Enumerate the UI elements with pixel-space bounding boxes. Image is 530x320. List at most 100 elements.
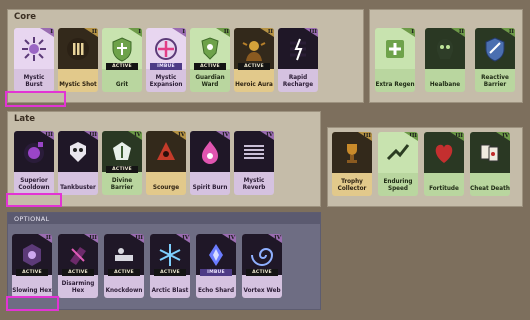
item-card-mystic-reverb[interactable]: IV Mystic Reverb [234,131,274,195]
item-art [234,131,274,172]
highlight-box-core [5,91,66,107]
hex-icon [23,243,41,266]
item-card-enduring-speed[interactable]: III Enduring Speed [378,132,418,196]
item-card-slowing-hex[interactable]: II ACTIVE Slowing Hex [12,234,52,298]
item-art [58,131,98,172]
optional-title-bar [8,213,320,224]
item-art [14,131,54,172]
item-name: Heroic Aura [235,82,273,89]
item-art [424,132,464,173]
arctic-icon [159,243,181,266]
item-art [14,28,54,69]
item-card-trophy-collector[interactable]: III Trophy Collector [332,132,372,196]
item-name: Slowing Hex [12,288,52,295]
item-card-superior-cooldown[interactable]: III Superior Cooldown [14,131,54,195]
item-name: Tankbuster [60,185,96,192]
item-name: Healbane [429,82,461,89]
item-card-heroic-aura[interactable]: II ACTIVE Heroic Aura [234,28,274,92]
item-card-echo-shard[interactable]: IV IMBUE Echo Shard [196,234,236,298]
item-badge: ACTIVE [16,269,48,276]
item-name: Trophy Collector [337,179,367,193]
item-art [146,131,186,172]
item-card-arctic-blast[interactable]: IV ACTIVE Arctic Blast [150,234,190,298]
disarm-icon [70,246,86,265]
scourge-icon [157,141,175,160]
tankbuster-icon [70,141,86,162]
item-card-cheat-death[interactable]: IV Cheat Death [470,132,510,196]
item-art [470,132,510,173]
item-name: Superior Cooldown [18,178,50,192]
burst-icon [22,36,46,61]
fortitude-icon [435,144,453,163]
item-card-guardian-ward[interactable]: II ACTIVE Guardian Ward [190,28,230,92]
optional-section-title: OPTIONAL [14,215,50,223]
item-card-rapid-recharge[interactable]: III Rapid Recharge [278,28,318,92]
item-art [332,132,372,173]
core-section-panel: Core I Mystic Burst II Mystic Shot I ACTIVE Gr… [7,9,364,103]
item-name: Rapid Recharge [282,75,314,89]
item-card-disarming-hex[interactable]: III ACTIVE Disarming Hex [58,234,98,298]
item-name: Fortitude [429,186,459,193]
vortex-icon [251,247,274,266]
item-name: Extra Regen [375,82,415,89]
item-name: Guardian Ward [195,75,225,89]
item-card-tankbuster[interactable]: III Tankbuster [58,131,98,195]
item-badge: ACTIVE [106,63,138,70]
speed-icon [386,143,410,160]
highlight-box-late [6,193,62,207]
healbane-icon [436,38,454,59]
item-name: Arctic Blast [151,288,189,295]
late-right-panel: III Trophy Collector III Enduring Speed III F… [327,127,523,207]
item-name: Reactive Barrier [481,75,509,89]
aura-icon [242,40,266,61]
item-art [375,28,415,69]
item-card-mystic-shot[interactable]: II Mystic Shot [58,28,98,92]
item-art [378,132,418,173]
item-card-grit[interactable]: I ACTIVE Grit [102,28,142,92]
item-name: Mystic Burst [23,75,45,89]
item-name: Disarming Hex [61,281,95,295]
item-name: Mystic Reverb [242,178,266,192]
item-name: Divine Barrier [110,178,134,192]
ward-icon [201,36,219,60]
item-badge: ACTIVE [246,269,278,276]
echo-shard-icon [209,243,223,266]
item-name: Cheat Death [470,186,510,193]
regen-icon [386,39,404,58]
item-card-healbane[interactable]: II Healbane [425,28,465,92]
item-card-vortex-web[interactable]: IV ACTIVE Vortex Web [242,234,282,298]
divine-barrier-icon [113,141,131,160]
trophy-icon [347,143,357,163]
item-card-scourge[interactable]: IV Scourge [146,131,186,195]
item-card-spirit-burn[interactable]: IV Spirit Burn [190,131,230,195]
item-badge: IMBUE [150,63,182,70]
item-art [190,131,230,172]
item-card-reactive-barrier[interactable]: II Reactive Barrier [475,28,515,92]
item-card-mystic-burst[interactable]: I Mystic Burst [14,28,54,92]
item-name: Mystic Shot [59,82,97,89]
item-name: Enduring Speed [383,179,413,193]
cheat-death-icon [480,144,499,161]
item-card-knockdown[interactable]: III ACTIVE Knockdown [104,234,144,298]
item-art [278,28,318,69]
item-art [425,28,465,69]
item-name: Vortex Web [243,288,281,295]
item-badge: IMBUE [200,269,232,276]
spirit-burn-icon [202,140,218,164]
barrier-icon [485,36,505,62]
item-name: Scourge [152,185,180,192]
item-art [58,28,98,69]
item-badge: ACTIVE [238,63,270,70]
shield-icon [112,36,132,62]
item-card-mystic-expansion[interactable]: I IMBUE Mystic Expansion [146,28,186,92]
shot-icon [67,37,89,60]
item-card-divine-barrier[interactable]: IV ACTIVE Divine Barrier [102,131,142,195]
item-card-extra-regen[interactable]: I Extra Regen [375,28,415,92]
item-badge: ACTIVE [106,166,138,173]
item-badge: ACTIVE [62,269,94,276]
item-badge: ACTIVE [154,269,186,276]
item-name: Echo Shard [197,288,235,295]
item-card-fortitude[interactable]: III Fortitude [424,132,464,196]
item-badge: ACTIVE [108,269,140,276]
late-section-title: Late [14,114,35,124]
